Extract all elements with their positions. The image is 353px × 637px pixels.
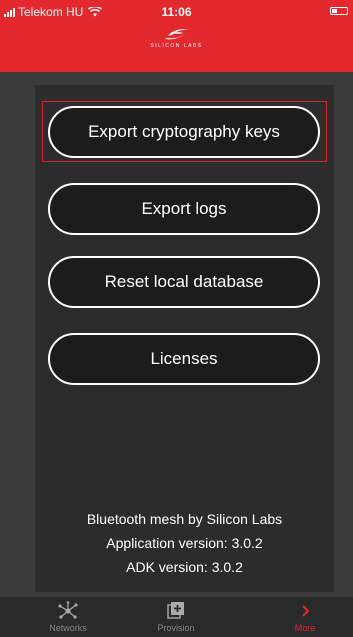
- tab-networks[interactable]: Networks: [23, 597, 113, 637]
- battery-icon: [330, 7, 348, 15]
- app-info: Bluetooth mesh by Silicon Labs Applicati…: [35, 507, 334, 579]
- adk-version: ADK version: 3.0.2: [126, 559, 243, 575]
- export-logs-button[interactable]: Export logs: [48, 183, 320, 235]
- silicon-labs-logo: SILICON LABS: [0, 27, 353, 49]
- chevron-right-icon: [302, 605, 310, 617]
- tab-bar: Networks Provision More: [0, 597, 353, 637]
- status-time: 11:06: [161, 5, 192, 19]
- app-header: Telekom HU 11:06 SILICON LABS: [0, 0, 353, 72]
- more-panel: Export cryptography keys Export logs Res…: [35, 85, 334, 592]
- tab-more-label: More: [294, 623, 316, 633]
- reset-local-database-button[interactable]: Reset local database: [48, 256, 320, 308]
- tab-more[interactable]: More: [260, 597, 350, 637]
- licenses-button[interactable]: Licenses: [48, 333, 320, 385]
- export-cryptography-keys-button[interactable]: Export cryptography keys: [48, 106, 320, 158]
- tab-networks-label: Networks: [49, 623, 87, 633]
- logo-text: SILICON LABS: [150, 43, 203, 49]
- provision-icon: [167, 602, 184, 619]
- tab-provision-label: Provision: [157, 623, 195, 633]
- silicon-labs-logo-icon: [164, 29, 189, 40]
- status-bar: Telekom HU 11:06: [0, 0, 353, 24]
- app-info-title: Bluetooth mesh by Silicon Labs: [86, 511, 283, 527]
- tab-provision[interactable]: Provision: [131, 597, 221, 637]
- app-version: Application version: 3.0.2: [106, 535, 263, 551]
- network-icon: [58, 601, 78, 619]
